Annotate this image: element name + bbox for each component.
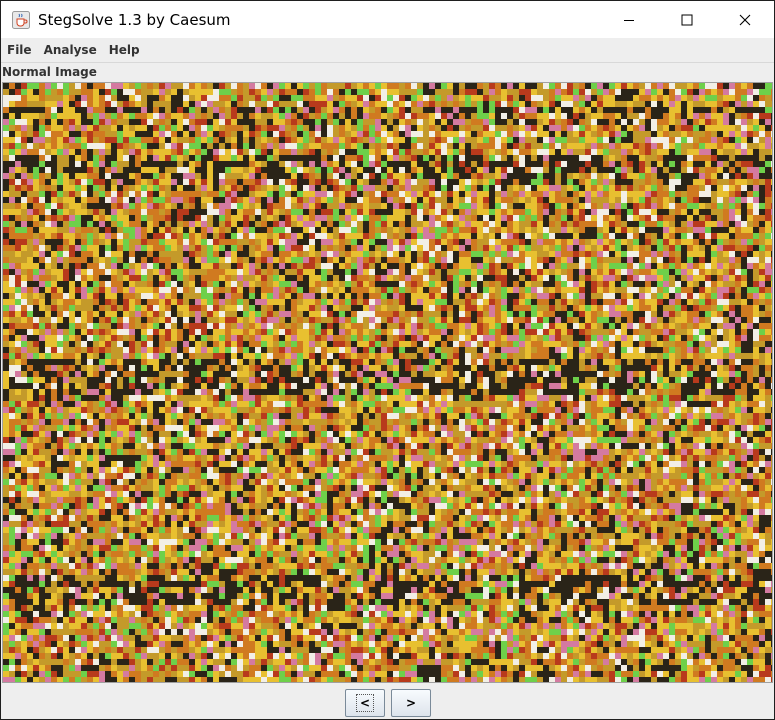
maximize-button[interactable] — [658, 1, 716, 38]
image-mode-label: Normal Image — [2, 65, 97, 79]
stegsolve-window: StegSolve 1.3 by Caesum File Analyse Hel… — [0, 0, 775, 720]
maximize-icon — [681, 14, 693, 25]
close-icon — [739, 14, 751, 25]
previous-button[interactable]: < — [345, 689, 385, 717]
minimize-button[interactable] — [600, 1, 658, 38]
stereogram-image — [3, 83, 772, 682]
java-coffee-cup-icon — [12, 10, 30, 29]
menu-analyse[interactable]: Analyse — [38, 38, 103, 62]
menu-bar: File Analyse Help — [1, 38, 774, 63]
previous-button-label: < — [355, 694, 375, 712]
next-button[interactable]: > — [391, 689, 431, 717]
image-viewer[interactable] — [2, 82, 773, 683]
window-title: StegSolve 1.3 by Caesum — [38, 10, 231, 29]
minimize-icon — [624, 19, 634, 21]
close-button[interactable] — [716, 1, 774, 38]
title-bar[interactable]: StegSolve 1.3 by Caesum — [1, 1, 774, 38]
menu-file[interactable]: File — [1, 38, 38, 62]
window-controls — [600, 1, 774, 38]
menu-help[interactable]: Help — [103, 38, 146, 62]
